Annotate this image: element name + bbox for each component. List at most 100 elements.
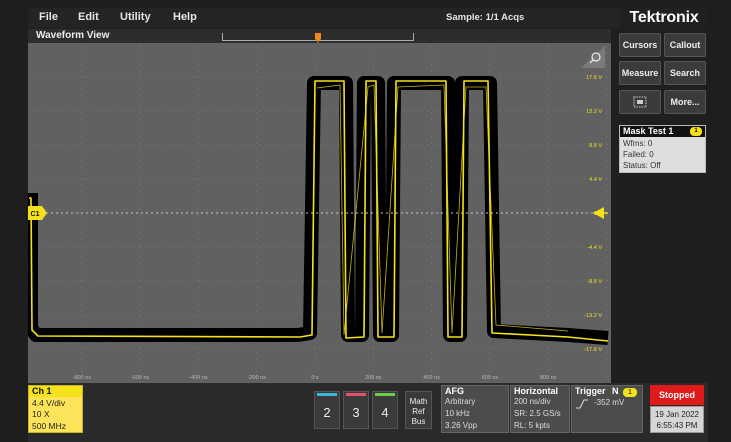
grid-dot <box>547 226 549 228</box>
grid-dot <box>97 246 99 248</box>
grid-dot <box>259 212 261 214</box>
grid-dot <box>256 268 258 270</box>
mask-test-badge[interactable]: Mask Test 1 1 Wfms: 0 Failed: 0 Status: … <box>619 125 706 173</box>
grid-dot <box>205 246 207 248</box>
cursors-button[interactable]: Cursors <box>619 33 661 57</box>
grid-dot <box>229 280 231 282</box>
grid-dot <box>49 348 51 350</box>
x-scale-label: 800 ns <box>540 375 557 381</box>
grid-dot <box>139 106 141 108</box>
grid-dot <box>265 43 267 44</box>
grid-dot <box>256 94 258 96</box>
grid-dot <box>541 144 543 146</box>
add-plot-button[interactable] <box>619 90 661 114</box>
grid-dot <box>256 370 258 372</box>
grid-dot <box>289 110 291 112</box>
more-button[interactable]: More... <box>664 90 706 114</box>
grid-dot <box>331 246 333 248</box>
trigger-level-marker[interactable] <box>593 207 604 219</box>
search-button[interactable]: Search <box>664 61 706 85</box>
grid-dot <box>505 246 507 248</box>
bus-label: Bus <box>411 417 426 426</box>
grid-dot <box>489 52 491 54</box>
grid-dot <box>151 314 153 316</box>
grid-dot <box>115 178 117 180</box>
ch1-level-marker[interactable]: C1 <box>28 206 47 220</box>
menu-help[interactable]: Help <box>173 11 197 23</box>
ch1-badge[interactable]: Ch 1 4.4 V/div 10 X 500 MHz <box>28 385 83 433</box>
channel-4-button[interactable]: 4 <box>372 391 398 429</box>
grid-dot <box>271 110 273 112</box>
grid-dot <box>81 232 83 234</box>
grid-dot <box>295 76 297 78</box>
grid-dot <box>256 142 258 144</box>
grid-dot <box>73 178 75 180</box>
callout-button[interactable]: Callout <box>664 33 706 57</box>
grid-dot <box>606 52 607 54</box>
grid-dot <box>197 136 199 138</box>
grid-dot <box>481 144 483 146</box>
waveform-plot[interactable]: 17.6 V13.2 V8.8 V4.4 V0 V-4.4 V-8.8 V-13… <box>28 43 611 383</box>
grid-dot <box>256 280 258 282</box>
grid-dot <box>115 76 117 78</box>
grid-dot <box>431 304 433 306</box>
grid-dot <box>571 314 573 316</box>
grid-dot <box>49 314 51 316</box>
grid-dot <box>139 246 141 248</box>
grid-dot <box>606 226 607 228</box>
grid-dot <box>372 46 374 48</box>
grid-dot <box>241 314 243 316</box>
zoom-icon[interactable] <box>581 46 605 68</box>
grid-dot <box>607 314 609 316</box>
horizontal-badge[interactable]: Horizontal 200 ns/div SR: 2.5 GS/s RL: 5… <box>510 385 570 433</box>
grid-dot <box>151 110 153 112</box>
grid-dot <box>259 314 261 316</box>
grid-dot <box>235 280 237 282</box>
grid-dot <box>73 348 75 350</box>
grid-dot <box>73 246 75 248</box>
grid-dot <box>431 166 433 168</box>
menu-utility[interactable]: Utility <box>120 11 151 23</box>
grid-dot <box>403 212 405 214</box>
trigger-badge[interactable]: Trigger N 1 -352 mV <box>571 385 643 433</box>
grid-dot <box>139 190 141 192</box>
grid-dot <box>73 43 75 44</box>
grid-dot <box>197 130 199 132</box>
grid-dot <box>325 348 327 350</box>
grid-dot <box>55 280 57 282</box>
grid-dot <box>247 280 249 282</box>
grid-dot <box>81 280 83 282</box>
afg-badge[interactable]: AFG Arbitrary 10 kHz 3.26 Vpp <box>441 385 509 433</box>
grid-dot <box>81 322 83 324</box>
grid-dot <box>187 314 189 316</box>
channel-2-button[interactable]: 2 <box>314 391 340 429</box>
menu-file[interactable]: File <box>39 11 58 23</box>
math-ref-bus-button[interactable]: Math Ref Bus <box>405 391 432 429</box>
grid-dot <box>139 352 141 354</box>
grid-dot <box>409 110 411 112</box>
grid-dot <box>547 250 549 252</box>
grid-dot <box>197 154 199 156</box>
grid-dot <box>314 370 316 372</box>
grid-dot <box>431 106 433 108</box>
grid-dot <box>606 184 607 186</box>
channel-3-button[interactable]: 3 <box>343 391 369 429</box>
grid-dot <box>241 246 243 248</box>
grid-dot <box>197 142 199 144</box>
grid-dot <box>427 280 429 282</box>
grid-dot <box>81 94 83 96</box>
run-stop-status[interactable]: Stopped <box>650 385 704 405</box>
grid-dot <box>325 246 327 248</box>
grid-dot <box>529 110 531 112</box>
grid-dot <box>489 340 491 342</box>
grid-dot <box>469 43 471 44</box>
ch1-scale: 4.4 V/div <box>32 398 66 408</box>
grid-dot <box>81 64 83 66</box>
grid-dot <box>139 348 141 350</box>
grid-dot <box>489 352 491 354</box>
measure-button[interactable]: Measure <box>619 61 661 85</box>
grid-dot <box>583 43 585 44</box>
grid-dot <box>43 280 45 282</box>
menu-edit[interactable]: Edit <box>78 11 99 23</box>
grid-dot <box>109 246 111 248</box>
